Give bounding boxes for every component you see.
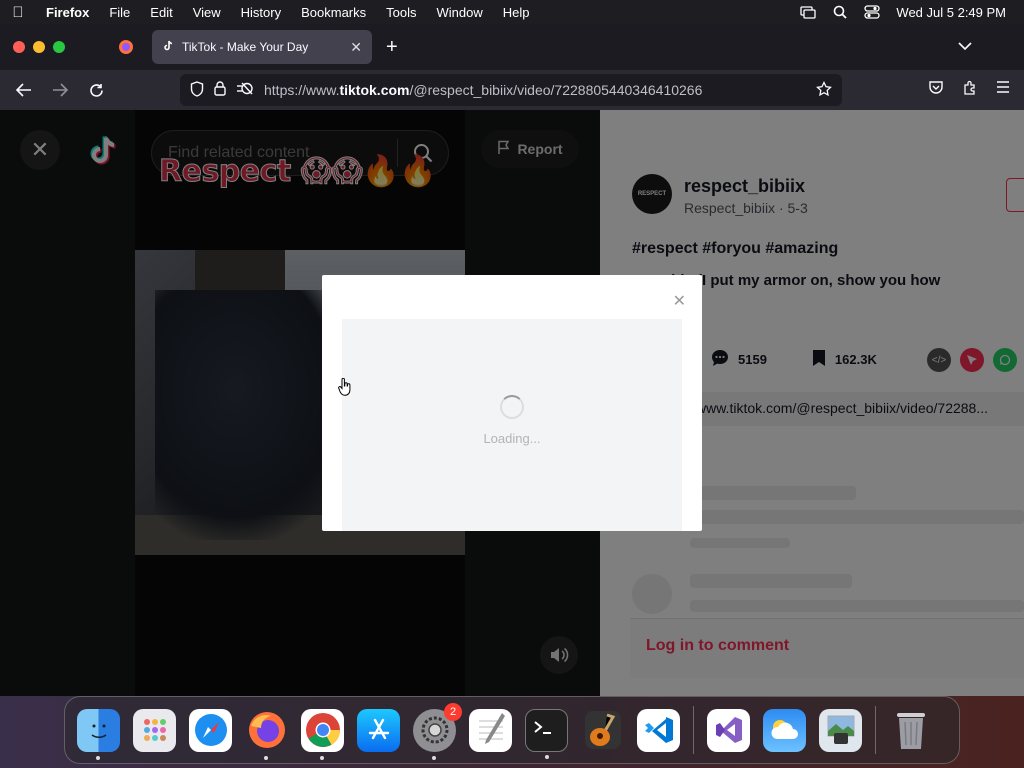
vscode-icon[interactable] bbox=[637, 708, 680, 752]
forward-button[interactable] bbox=[42, 83, 78, 97]
firefox-dock-icon[interactable] bbox=[245, 709, 288, 760]
navigation-toolbar: https://www.tiktok.com/@respect_bibiix/v… bbox=[0, 70, 1024, 110]
dock-separator bbox=[875, 706, 876, 754]
firefox-window: TikTok - Make Your Day ✕ + https://www.t… bbox=[0, 24, 1024, 696]
weather-icon[interactable] bbox=[763, 708, 806, 752]
garageband-icon[interactable] bbox=[581, 709, 624, 752]
app-menu-hamburger-icon[interactable] bbox=[996, 80, 1010, 101]
menu-edit[interactable]: Edit bbox=[140, 5, 182, 20]
back-button[interactable] bbox=[6, 83, 42, 97]
menu-history[interactable]: History bbox=[231, 5, 291, 20]
tab-bar: TikTok - Make Your Day ✕ + bbox=[0, 24, 1024, 70]
control-center-icon[interactable] bbox=[864, 5, 881, 19]
close-tab-icon[interactable]: ✕ bbox=[350, 39, 362, 56]
menu-tools[interactable]: Tools bbox=[376, 5, 426, 20]
pocket-icon[interactable] bbox=[928, 80, 944, 101]
zoom-window-button[interactable] bbox=[53, 41, 65, 53]
menu-bookmarks[interactable]: Bookmarks bbox=[291, 5, 376, 20]
permissions-blocked-icon[interactable] bbox=[236, 81, 254, 99]
loading-spinner-icon bbox=[500, 395, 524, 419]
chrome-icon[interactable] bbox=[301, 708, 344, 760]
settings-badge: 2 bbox=[444, 702, 462, 721]
loading-modal: ✕ Loading... bbox=[322, 275, 702, 531]
dock: 2 bbox=[64, 696, 960, 764]
menu-bar:  Firefox File Edit View History Bookmar… bbox=[0, 0, 1024, 24]
menu-window[interactable]: Window bbox=[427, 5, 493, 20]
lock-icon[interactable] bbox=[214, 81, 226, 99]
safari-icon[interactable] bbox=[189, 708, 232, 752]
toolbar-right bbox=[928, 80, 1024, 101]
tiktok-page: ✕ Respect 😱😱🔥🔥 bbox=[0, 110, 1024, 696]
tracking-protection-shield-icon[interactable] bbox=[190, 80, 204, 100]
url-text[interactable]: https://www.tiktok.com/@respect_bibiix/v… bbox=[264, 82, 806, 98]
modal-content: Loading... bbox=[342, 319, 682, 531]
trash-icon[interactable] bbox=[889, 709, 932, 752]
finder-icon[interactable] bbox=[77, 708, 120, 760]
menu-view[interactable]: View bbox=[183, 5, 231, 20]
reload-button[interactable] bbox=[78, 83, 114, 98]
preview-icon[interactable] bbox=[819, 708, 862, 752]
url-bar[interactable]: https://www.tiktok.com/@respect_bibiix/v… bbox=[180, 74, 842, 106]
firefox-view-icon[interactable] bbox=[100, 39, 152, 55]
textedit-icon[interactable] bbox=[469, 708, 512, 752]
close-modal-icon[interactable]: ✕ bbox=[673, 291, 686, 311]
screen-mirroring-icon[interactable] bbox=[800, 5, 817, 19]
close-window-button[interactable] bbox=[13, 41, 25, 53]
menu-app-firefox[interactable]: Firefox bbox=[36, 5, 99, 20]
window-controls bbox=[0, 41, 100, 53]
extensions-icon[interactable] bbox=[962, 80, 978, 101]
bookmark-star-icon[interactable] bbox=[816, 80, 832, 100]
new-tab-button[interactable]: + bbox=[386, 36, 398, 59]
menu-file[interactable]: File bbox=[99, 5, 140, 20]
tab-tiktok[interactable]: TikTok - Make Your Day ✕ bbox=[152, 30, 372, 64]
app-store-icon[interactable] bbox=[357, 708, 400, 752]
menubar-clock[interactable]: Wed Jul 5 2:49 PM bbox=[896, 5, 1006, 20]
minimize-window-button[interactable] bbox=[33, 41, 45, 53]
system-settings-icon[interactable]: 2 bbox=[413, 702, 462, 760]
list-all-tabs-icon[interactable] bbox=[958, 38, 972, 56]
tiktok-favicon-icon bbox=[162, 40, 174, 55]
visual-studio-icon[interactable] bbox=[707, 708, 750, 752]
menu-help[interactable]: Help bbox=[493, 5, 540, 20]
terminal-icon[interactable] bbox=[525, 708, 568, 759]
spotlight-search-icon[interactable] bbox=[832, 5, 848, 19]
hand-cursor-icon bbox=[338, 377, 352, 401]
launchpad-icon[interactable] bbox=[133, 708, 176, 752]
apple-menu-icon[interactable]:  bbox=[0, 4, 36, 21]
desktop-background: 2 bbox=[0, 696, 1024, 768]
loading-text: Loading... bbox=[483, 431, 541, 446]
tab-title: TikTok - Make Your Day bbox=[182, 40, 309, 54]
dock-separator bbox=[693, 706, 694, 754]
